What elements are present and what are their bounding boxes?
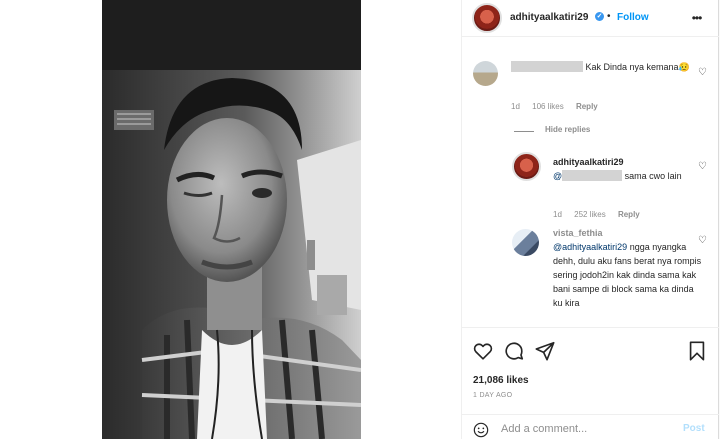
reply-author-avatar[interactable]	[512, 152, 541, 181]
comment-item: Kak Dinda nya kemana😥 1d 106 likes Reply…	[461, 37, 719, 117]
reply-likes[interactable]: 252 likes	[574, 210, 606, 219]
comment-meta: 1d 106 likes Reply	[511, 100, 608, 114]
like-comment-heart-icon[interactable]: ♡	[697, 67, 708, 78]
reply-text: adhityaalkatiri29 @ sama cwo lain	[553, 155, 703, 183]
comments-list[interactable]: Kak Dinda nya kemana😥 1d 106 likes Reply…	[461, 37, 719, 327]
emoji-smiley-icon[interactable]	[473, 422, 489, 438]
comment-likes[interactable]: 106 likes	[532, 102, 564, 111]
post-timestamp[interactable]: 1 DAY AGO	[473, 392, 512, 399]
instagram-post-viewer: adhityaalkatiri29 ✓ • Follow ••• Kak Din…	[0, 0, 720, 439]
post-actions-section: 21,086 likes 1 DAY AGO Post	[461, 327, 719, 439]
post-likes-count[interactable]: 21,086 likes	[473, 375, 529, 386]
add-comment-input[interactable]	[501, 421, 671, 437]
reply-button[interactable]: Reply	[618, 210, 640, 219]
comment-message: Kak Dinda nya kemana😥	[583, 62, 690, 72]
add-comment-bar: Post	[461, 414, 719, 439]
reply-item: vista_fethia @adhityaalkatiri29 ngga nya…	[461, 227, 719, 327]
author-username[interactable]: adhityaalkatiri29	[510, 12, 588, 23]
like-heart-icon[interactable]	[472, 340, 494, 362]
post-media-area	[0, 0, 462, 439]
hide-replies-button[interactable]: Hide replies	[545, 125, 590, 134]
like-reply-heart-icon[interactable]: ♡	[697, 161, 708, 172]
reply-username[interactable]: vista_fethia	[553, 228, 603, 238]
portrait-photo-graphic	[102, 0, 361, 439]
reply-mention[interactable]: @adhityaalkatiri29	[553, 242, 627, 252]
reply-time: 1d	[553, 210, 562, 219]
reply-button[interactable]: Reply	[576, 102, 598, 111]
redacted-mention	[562, 170, 623, 181]
reply-item: adhityaalkatiri29 @ sama cwo lain 1d 252…	[461, 151, 719, 231]
post-dialog: adhityaalkatiri29 ✓ • Follow ••• Kak Din…	[0, 0, 719, 439]
share-paper-plane-icon[interactable]	[534, 340, 556, 362]
separator-dot: •	[607, 11, 611, 22]
author-avatar[interactable]	[472, 3, 502, 33]
save-bookmark-icon[interactable]	[686, 340, 708, 362]
more-options-icon[interactable]: •••	[691, 12, 703, 24]
post-side-panel: adhityaalkatiri29 ✓ • Follow ••• Kak Din…	[461, 0, 719, 439]
commenter-avatar[interactable]	[473, 61, 498, 86]
reply-mention-prefix[interactable]: @	[553, 171, 562, 181]
comment-time: 1d	[511, 102, 520, 111]
comment-text: Kak Dinda nya kemana😥	[511, 60, 691, 74]
post-comment-button[interactable]: Post	[683, 423, 705, 434]
post-header: adhityaalkatiri29 ✓ • Follow •••	[461, 0, 719, 37]
post-photo[interactable]	[102, 0, 361, 439]
reply-author-avatar[interactable]	[512, 229, 539, 256]
follow-button[interactable]: Follow	[617, 12, 649, 23]
reply-message: sama cwo lain	[622, 171, 682, 181]
comment-bubble-icon[interactable]	[503, 340, 525, 362]
verified-badge-icon: ✓	[595, 12, 604, 21]
reply-username[interactable]: adhityaalkatiri29	[553, 157, 624, 167]
reply-meta: 1d 252 likes Reply	[553, 208, 650, 222]
reply-text: vista_fethia @adhityaalkatiri29 ngga nya…	[553, 226, 703, 310]
redacted-username	[511, 61, 583, 72]
hide-replies-line	[514, 131, 534, 132]
like-reply-heart-icon[interactable]: ♡	[697, 235, 708, 246]
